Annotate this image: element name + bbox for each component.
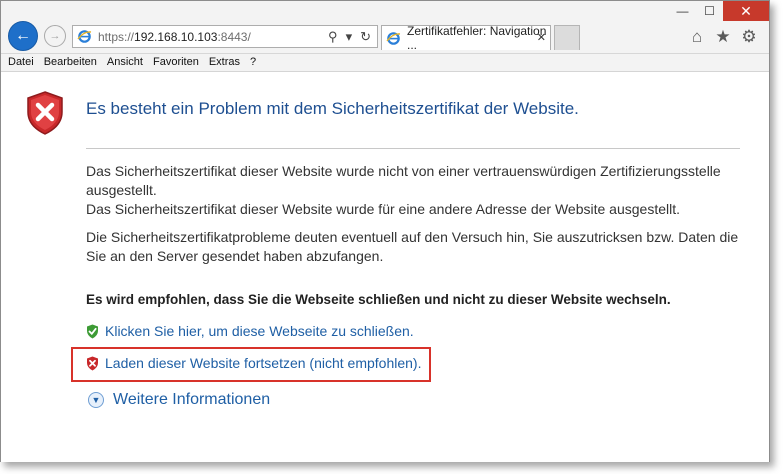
menu-item-ansicht[interactable]: Ansicht — [102, 54, 148, 71]
page-title: Es besteht ein Problem mit dem Sicherhei… — [86, 99, 579, 118]
error-shield-icon — [25, 90, 65, 141]
menu-item-favoriten[interactable]: Favoriten — [148, 54, 204, 71]
tab-title: Zertifikatfehler: Navigation ... — [407, 24, 547, 52]
forward-button[interactable]: → — [44, 25, 66, 47]
certificate-issue-text: Das Sicherheitszertifikat dieser Website… — [86, 162, 746, 219]
menu-item-help[interactable]: ? — [245, 54, 261, 71]
red-shield-icon — [86, 356, 99, 371]
divider — [86, 148, 740, 149]
page-content: Es besteht ein Problem mit dem Sicherhei… — [1, 71, 769, 462]
tab-close-icon[interactable]: ✕ — [537, 31, 546, 44]
home-icon[interactable]: ⌂ — [687, 27, 707, 47]
recommendation-text: Es wird empfohlen, dass Sie die Webseite… — [86, 292, 671, 307]
browser-window: — ☐ ✕ ← → https://192.168.10.103:8443/ ⚲… — [0, 0, 770, 462]
chevron-down-icon: ▼ — [88, 392, 104, 408]
back-arrow-icon: ← — [15, 27, 31, 44]
more-information-toggle[interactable]: ▼ Weitere Informationen — [88, 391, 270, 409]
browser-chrome: — ☐ ✕ ← → https://192.168.10.103:8443/ ⚲… — [1, 1, 769, 53]
continue-to-website-link[interactable]: Laden dieser Website fortsetzen (nicht e… — [86, 355, 421, 371]
forward-arrow-icon: → — [49, 30, 61, 42]
green-shield-icon — [86, 324, 99, 339]
refresh-icon[interactable]: ↻ — [360, 29, 371, 45]
menu-item-datei[interactable]: Datei — [1, 54, 39, 71]
new-tab-button[interactable] — [554, 25, 580, 50]
ie-logo-icon — [77, 29, 92, 44]
favorites-star-icon[interactable]: ★ — [713, 27, 733, 47]
close-page-link-text[interactable]: Klicken Sie hier, um diese Webseite zu s… — [105, 323, 414, 339]
url-scheme: https:// — [98, 29, 135, 44]
url-text[interactable]: https://192.168.10.103:8443/ — [98, 30, 251, 44]
tab-certificate-error[interactable]: Zertifikatfehler: Navigation ... ✕ — [381, 24, 551, 52]
menu-item-bearbeiten[interactable]: Bearbeiten — [39, 54, 102, 71]
menu-item-extras[interactable]: Extras — [204, 54, 245, 71]
address-bar[interactable]: https://192.168.10.103:8443/ ⚲ ▾ ↻ — [72, 25, 378, 48]
window-controls: — ☐ ✕ — [669, 1, 769, 21]
continue-link-text[interactable]: Laden dieser Website fortsetzen (nicht e… — [105, 355, 421, 371]
toolbar-icons: ⌂ ★ ⚙ — [687, 27, 759, 47]
url-port-path: :8443/ — [217, 29, 251, 44]
menu-bar: Datei Bearbeiten Ansicht Favoriten Extra… — [1, 53, 769, 71]
gear-icon[interactable]: ⚙ — [739, 27, 759, 47]
close-page-link[interactable]: Klicken Sie hier, um diese Webseite zu s… — [86, 323, 414, 339]
address-tools: ⚲ ▾ ↻ — [328, 29, 371, 45]
issue-address-text: Das Sicherheitszertifikat dieser Website… — [86, 201, 681, 217]
issue-untrusted-text: Das Sicherheitszertifikat dieser Website… — [86, 163, 721, 198]
back-button[interactable]: ← — [8, 21, 38, 51]
search-icon[interactable]: ⚲ — [328, 29, 338, 45]
url-host: 192.168.10.103 — [134, 29, 218, 44]
maximize-button[interactable]: ☐ — [696, 1, 723, 21]
tab-favicon-icon — [386, 31, 401, 46]
warning-text: Die Sicherheitszertifikatprobleme deuten… — [86, 229, 739, 264]
more-information-text[interactable]: Weitere Informationen — [113, 391, 270, 409]
close-window-button[interactable]: ✕ — [723, 1, 769, 21]
dropdown-icon[interactable]: ▾ — [346, 29, 353, 45]
minimize-button[interactable]: — — [669, 1, 696, 21]
